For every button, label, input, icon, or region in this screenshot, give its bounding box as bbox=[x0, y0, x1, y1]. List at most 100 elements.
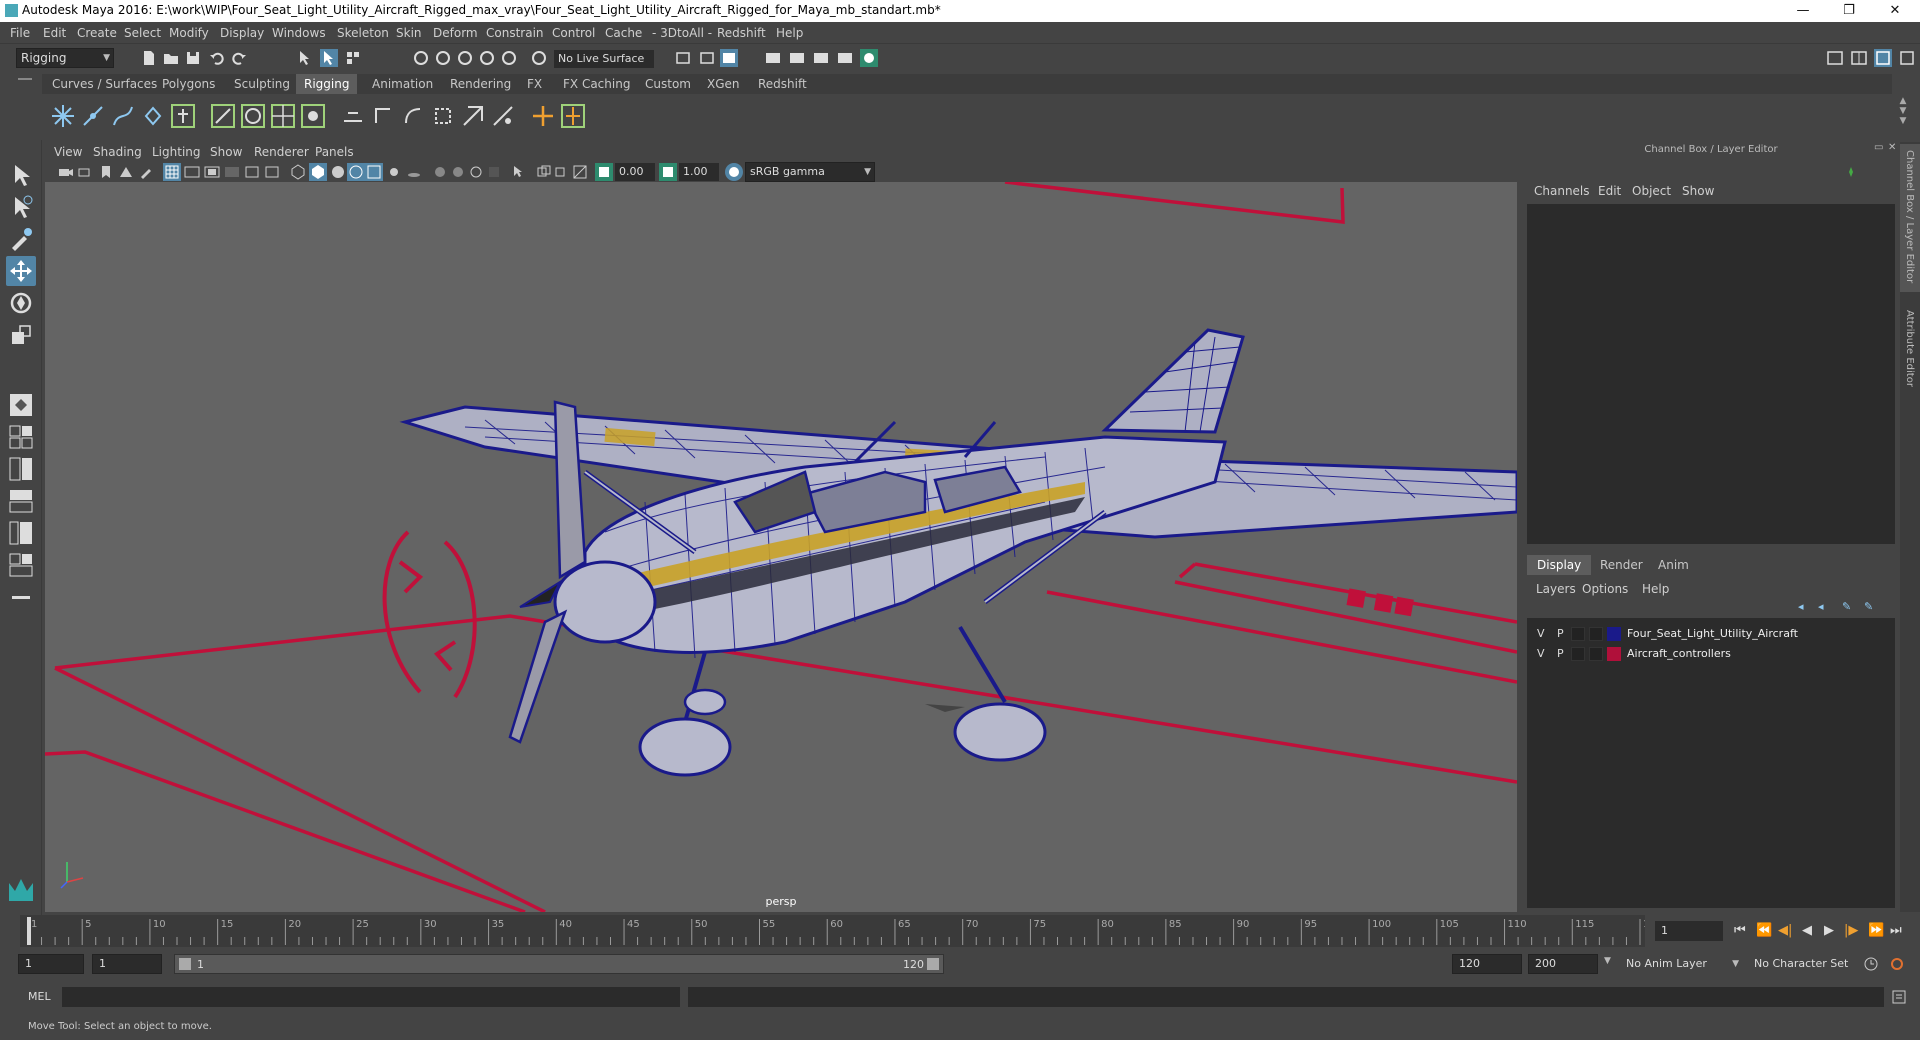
select-object-icon[interactable] bbox=[320, 49, 338, 67]
shadows-icon[interactable] bbox=[405, 163, 423, 181]
current-time-marker[interactable] bbox=[27, 917, 31, 945]
move-tool-icon[interactable] bbox=[6, 256, 36, 286]
step-forward-frame-icon[interactable]: |▶ bbox=[1844, 923, 1858, 938]
playback-start-field[interactable]: 1 bbox=[92, 954, 162, 974]
command-input[interactable] bbox=[62, 987, 680, 1007]
camera-select-icon[interactable] bbox=[57, 163, 75, 181]
menu-edit[interactable]: Edit bbox=[43, 26, 66, 40]
menu-file[interactable]: File bbox=[10, 26, 30, 40]
script-editor-icon[interactable] bbox=[1890, 988, 1908, 1006]
channel-menu-channels[interactable]: Channels bbox=[1534, 184, 1590, 198]
camera-attributes-icon[interactable] bbox=[77, 163, 95, 181]
live-surface-field[interactable]: No Live Surface bbox=[554, 50, 654, 68]
step-back-key-icon[interactable]: ⏪ bbox=[1756, 923, 1772, 938]
viewport-menu-renderer[interactable]: Renderer bbox=[254, 145, 309, 159]
ipr-render-icon[interactable] bbox=[812, 49, 830, 67]
parent-constraint-icon[interactable] bbox=[458, 101, 488, 131]
move-layer-down-icon[interactable]: ◂ bbox=[1818, 600, 1834, 614]
current-frame-field[interactable]: 1 bbox=[1655, 921, 1723, 941]
grid-toggle-icon[interactable] bbox=[163, 163, 181, 181]
viewport-menu-shading[interactable]: Shading bbox=[93, 145, 142, 159]
input-ops-icon[interactable] bbox=[674, 49, 692, 67]
viewport-menu-panels[interactable]: Panels bbox=[315, 145, 354, 159]
joint-tool-icon[interactable] bbox=[48, 101, 78, 131]
menu-create[interactable]: Create bbox=[77, 26, 117, 40]
motion-blur-icon[interactable] bbox=[449, 163, 467, 181]
gamma-icon[interactable] bbox=[659, 163, 677, 181]
close-panel-icon[interactable]: ✕ bbox=[1888, 142, 1896, 153]
command-language-label[interactable]: MEL bbox=[28, 990, 51, 1003]
render-view-icon[interactable] bbox=[764, 49, 782, 67]
hypershade-icon[interactable] bbox=[860, 49, 878, 67]
layer-row[interactable]: V P Four_Seat_Light_Utility_Aircraft bbox=[1527, 624, 1895, 644]
bind-skin-icon[interactable] bbox=[208, 101, 238, 131]
menu-skeleton[interactable]: Skeleton bbox=[337, 26, 389, 40]
depth-of-field-icon[interactable] bbox=[485, 163, 503, 181]
grease-pencil-icon[interactable] bbox=[137, 163, 155, 181]
side-tab-attribute-editor-label[interactable]: Attribute Editor bbox=[1904, 310, 1915, 387]
default-material-icon[interactable] bbox=[329, 163, 347, 181]
image-plane-icon[interactable] bbox=[117, 163, 135, 181]
tool-settings-icon[interactable] bbox=[1898, 49, 1916, 67]
channel-menu-show[interactable]: Show bbox=[1682, 184, 1714, 198]
menu-select[interactable]: Select bbox=[124, 26, 161, 40]
four-view-layout-icon[interactable] bbox=[6, 422, 36, 452]
viewport-menu-lighting[interactable]: Lighting bbox=[152, 145, 201, 159]
shelf-tab-curves-surfaces[interactable]: Curves / Surfaces bbox=[44, 74, 165, 94]
play-forward-icon[interactable]: ▶ bbox=[1824, 923, 1834, 938]
scale-constraint-icon[interactable] bbox=[428, 101, 458, 131]
select-tool-icon[interactable] bbox=[6, 160, 36, 190]
layout-more-icon[interactable] bbox=[6, 582, 36, 612]
exposure-icon[interactable] bbox=[595, 163, 613, 181]
wireframe-icon[interactable] bbox=[289, 163, 307, 181]
layer-name[interactable]: Aircraft_controllers bbox=[1627, 647, 1731, 660]
gate-mask-icon[interactable] bbox=[223, 163, 241, 181]
persp-graph-layout-icon[interactable] bbox=[6, 486, 36, 516]
range-start-handle[interactable] bbox=[179, 958, 191, 970]
single-perspective-layout-icon[interactable] bbox=[6, 390, 36, 420]
color-management-icon[interactable] bbox=[725, 163, 743, 181]
layer-color-swatch[interactable] bbox=[1607, 627, 1621, 641]
render-settings-icon[interactable] bbox=[836, 49, 854, 67]
resolution-gate-icon[interactable] bbox=[203, 163, 221, 181]
shelf-tab-rigging[interactable]: Rigging bbox=[296, 74, 358, 94]
viewport-menu-view[interactable]: View bbox=[54, 145, 82, 159]
mode-selector[interactable]: Rigging ▼ bbox=[16, 48, 114, 68]
isolate-select-icon[interactable] bbox=[509, 163, 527, 181]
humanik-icon[interactable] bbox=[168, 101, 198, 131]
textures-icon[interactable] bbox=[365, 163, 383, 181]
channel-box-area[interactable] bbox=[1527, 204, 1895, 544]
channel-menu-object[interactable]: Object bbox=[1632, 184, 1671, 198]
anim-layer-selector[interactable]: No Anim Layer ▼ bbox=[1618, 954, 1742, 974]
layer-playback-toggle[interactable]: P bbox=[1557, 647, 1564, 660]
snap-view-icon[interactable] bbox=[478, 49, 496, 67]
shelf-tab-xgen[interactable]: XGen bbox=[699, 74, 748, 94]
shelf-tab-fx-caching[interactable]: FX Caching bbox=[555, 74, 638, 94]
shelf-menu-icon[interactable] bbox=[18, 78, 32, 80]
new-scene-icon[interactable] bbox=[140, 49, 158, 67]
snap-point-icon[interactable] bbox=[456, 49, 474, 67]
lasso-tool-icon[interactable] bbox=[6, 192, 36, 222]
perspective-viewport[interactable]: ■ ■■ persp bbox=[45, 182, 1517, 912]
time-slider[interactable]: 1 5 10 15 20 25 30 35 40 45 50 55 60 65 70 75 80 85 90 95 10… bbox=[20, 915, 1645, 947]
redo-icon[interactable] bbox=[230, 49, 248, 67]
color-space-selector[interactable]: sRGB gamma ▼ bbox=[745, 162, 875, 182]
shelf-tab-animation[interactable]: Animation bbox=[364, 74, 441, 94]
go-to-end-icon[interactable]: ⏭ bbox=[1890, 923, 1902, 938]
menu-redshift[interactable]: Redshift bbox=[717, 26, 766, 40]
menu-display[interactable]: Display bbox=[220, 26, 264, 40]
side-by-side-layout-icon[interactable] bbox=[6, 454, 36, 484]
outliner-persp-layout-icon[interactable] bbox=[6, 550, 36, 580]
mirror-joint-icon[interactable] bbox=[138, 101, 168, 131]
select-hierarchy-icon[interactable] bbox=[296, 49, 314, 67]
shelf-tab-fx[interactable]: FX bbox=[519, 74, 550, 94]
move-layer-up-icon[interactable]: ◂ bbox=[1798, 600, 1814, 614]
menu-modify[interactable]: Modify bbox=[169, 26, 209, 40]
pole-vector-icon[interactable] bbox=[488, 101, 518, 131]
layer-menu-help[interactable]: Help bbox=[1642, 582, 1669, 596]
open-scene-icon[interactable] bbox=[162, 49, 180, 67]
ik-handle-icon[interactable] bbox=[78, 101, 108, 131]
xray-icon[interactable] bbox=[535, 163, 553, 181]
range-end-handle[interactable] bbox=[927, 958, 939, 970]
channel-menu-edit[interactable]: Edit bbox=[1598, 184, 1621, 198]
